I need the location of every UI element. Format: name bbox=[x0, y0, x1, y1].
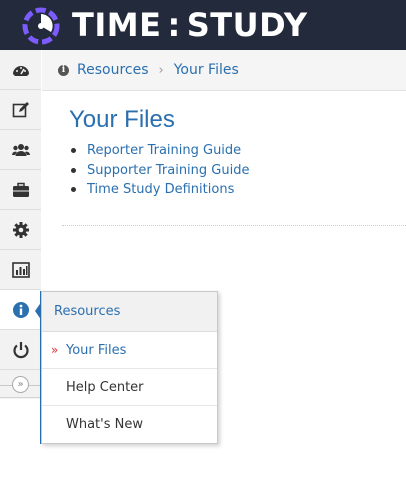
sidebar-item-reports[interactable] bbox=[0, 250, 41, 290]
sidebar-item-users[interactable] bbox=[0, 130, 41, 170]
info-icon: i bbox=[58, 64, 69, 76]
gear-icon bbox=[12, 221, 29, 238]
sidebar-item-logout[interactable] bbox=[0, 330, 41, 370]
sidebar-item-briefcase[interactable] bbox=[0, 170, 41, 210]
file-link-supporter-training-guide[interactable]: Supporter Training Guide bbox=[87, 161, 249, 181]
resources-submenu: Resources » Your Files Help Center What'… bbox=[41, 291, 218, 444]
brand-right: STUDY bbox=[186, 6, 308, 44]
sidebar-item-settings[interactable] bbox=[0, 210, 41, 250]
file-list: Reporter Training Guide Supporter Traini… bbox=[71, 141, 249, 200]
sidebar-item-dashboard[interactable] bbox=[0, 50, 41, 90]
double-chevron-right-icon: » bbox=[51, 343, 59, 357]
edit-icon bbox=[12, 101, 29, 117]
content-divider bbox=[62, 225, 406, 226]
breadcrumb-separator: › bbox=[158, 62, 164, 78]
submenu-item-label: Help Center bbox=[66, 379, 144, 395]
submenu-item-label: What's New bbox=[66, 417, 143, 432]
breadcrumb: i Resources › Your Files bbox=[42, 50, 406, 91]
breadcrumb-your-files-link[interactable]: Your Files bbox=[174, 62, 239, 78]
brand-left: TIME bbox=[72, 6, 162, 44]
list-item: Time Study Definitions bbox=[71, 180, 249, 200]
users-icon bbox=[11, 143, 30, 156]
submenu-item-help-center[interactable]: Help Center bbox=[42, 369, 217, 406]
expand-sidebar-button[interactable]: » bbox=[12, 376, 29, 393]
list-item: Reporter Training Guide bbox=[71, 141, 249, 161]
submenu-item-label: Your Files bbox=[66, 342, 127, 358]
info-icon bbox=[13, 301, 29, 318]
top-header: TIME: STUDY bbox=[0, 0, 406, 50]
submenu-header[interactable]: Resources bbox=[42, 292, 217, 332]
bar-chart-icon bbox=[11, 261, 30, 278]
brand-wordmark: TIME: STUDY bbox=[72, 2, 308, 48]
power-icon bbox=[12, 341, 29, 358]
breadcrumb-resources-link[interactable]: Resources bbox=[77, 62, 149, 78]
sidebar-item-edit[interactable] bbox=[0, 90, 41, 130]
bullet-icon bbox=[71, 148, 76, 154]
list-item: Supporter Training Guide bbox=[71, 161, 249, 181]
stopwatch-logo-icon[interactable] bbox=[20, 4, 62, 46]
page-title: Your Files bbox=[69, 106, 175, 133]
briefcase-icon bbox=[12, 182, 29, 197]
bullet-icon bbox=[71, 187, 76, 193]
file-link-reporter-training-guide[interactable]: Reporter Training Guide bbox=[87, 141, 241, 161]
submenu-item-your-files[interactable]: » Your Files bbox=[42, 332, 217, 369]
sidebar-collapse-bar: » bbox=[0, 372, 41, 398]
brand-separator: : bbox=[167, 6, 181, 44]
bullet-icon bbox=[71, 167, 76, 173]
file-link-time-study-definitions[interactable]: Time Study Definitions bbox=[87, 180, 234, 200]
tachometer-icon bbox=[12, 65, 29, 76]
submenu-item-whats-new[interactable]: What's New bbox=[42, 406, 217, 443]
